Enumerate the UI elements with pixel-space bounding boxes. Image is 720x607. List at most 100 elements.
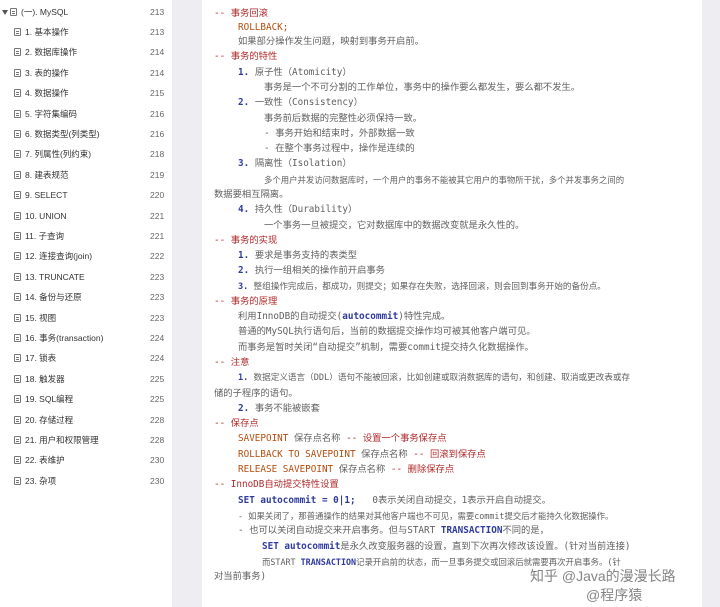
section-heading: -- 注意 bbox=[214, 357, 250, 368]
document-icon bbox=[14, 293, 21, 302]
toc-item[interactable]: 18. 触发器 225 bbox=[0, 369, 172, 389]
toc-item[interactable]: 21. 用户和权限管理 228 bbox=[0, 430, 172, 450]
toc-root-mysql[interactable]: (一). MySQL 213 bbox=[0, 2, 172, 22]
code-keyword: SET autocommit bbox=[238, 495, 317, 506]
toc-item[interactable]: 3. 表的操作 214 bbox=[0, 63, 172, 83]
toc-item-label: 23. 杂项 bbox=[25, 475, 57, 486]
document-icon bbox=[14, 232, 21, 240]
text-line: 事务是一个不可分割的工作单位，事务中的操作要么都发生，要么都不发生。 bbox=[264, 82, 581, 93]
document-icon bbox=[14, 68, 21, 77]
text-line: 一个事务一旦被提交，它对数据库中的数据改变就是永久性的。 bbox=[264, 220, 525, 231]
collapse-arrow-icon[interactable] bbox=[2, 9, 8, 15]
document-icon bbox=[14, 395, 21, 404]
code-comment: -- 设置一个事务保存点 bbox=[346, 433, 447, 444]
toc-item[interactable]: 22. 表维护 230 bbox=[0, 450, 172, 470]
code-keyword: ROLLBACK TO SAVEPOINT bbox=[238, 449, 356, 460]
text-line: 保存点名称 bbox=[361, 449, 408, 460]
watermark-zhihu: 知乎 @Java的漫漫长路 bbox=[530, 568, 676, 584]
toc-page-number: 225 bbox=[150, 373, 165, 384]
toc-item[interactable]: 14. 备份与还原 223 bbox=[0, 287, 172, 307]
section-heading: -- 事务的原理 bbox=[214, 296, 278, 307]
toc-item[interactable]: 19. SQL编程 225 bbox=[0, 389, 172, 409]
text-line: - 如果关闭了，那普通操作的结果对其他客户端也不可见，需要commit提交后才能… bbox=[238, 511, 614, 521]
text-line: 0表示关闭自动提交，1表示开启自动提交。 bbox=[372, 495, 551, 506]
toc-item-label: 20. 存储过程 bbox=[25, 414, 74, 425]
text-line: 普通的MySQL执行语句后，当前的数据提交操作均可被其他客户端可见。 bbox=[238, 326, 536, 337]
toc-item-label: 2. 数据库操作 bbox=[25, 47, 77, 58]
table-of-contents: (一). MySQL 213 1. 基本操作 213 2. 数据库操作 214 3. 表… bbox=[0, 0, 173, 607]
toc-item[interactable]: 23. 杂项 230 bbox=[0, 471, 172, 491]
document-icon bbox=[14, 334, 21, 342]
toc-page-number: 223 bbox=[150, 312, 165, 323]
text-line: 一致性（Consistency） bbox=[254, 97, 363, 108]
toc-item-label: 4. 数据操作 bbox=[25, 88, 69, 99]
list-number: 3. bbox=[238, 282, 249, 292]
toc-item-label: 8. 建表规范 bbox=[25, 169, 69, 180]
toc-page-number: 223 bbox=[150, 271, 165, 282]
text-line: 保存点名称 bbox=[293, 433, 341, 444]
toc-page-number: 213 bbox=[150, 27, 165, 37]
toc-item[interactable]: 5. 字符集编码 216 bbox=[0, 104, 172, 124]
toc-item[interactable]: 8. 建表规范 219 bbox=[0, 165, 172, 185]
document-icon bbox=[14, 436, 21, 444]
document-viewer: -- 事务回滚 ROLLBACK; 如果部分操作发生问题，映射到事务开启前。 -… bbox=[172, 0, 720, 607]
toc-page-number: 219 bbox=[150, 169, 165, 180]
toc-item[interactable]: 13. TRUNCATE 223 bbox=[0, 267, 172, 287]
list-number: 3. bbox=[238, 158, 250, 169]
text-line: 隔离性（Isolation） bbox=[254, 158, 352, 169]
text-line: )特性完成。 bbox=[398, 311, 451, 322]
toc-item[interactable]: 11. 子查询 221 bbox=[0, 226, 172, 246]
toc-item-label: 19. SQL编程 bbox=[25, 394, 74, 405]
toc-item[interactable]: 4. 数据操作 215 bbox=[0, 83, 172, 103]
toc-item[interactable]: 6. 数据类型(列类型) 216 bbox=[0, 124, 172, 144]
code-value: = 0|1; bbox=[321, 495, 356, 506]
toc-item-label: 12. 连接查询(join) bbox=[25, 251, 93, 262]
document-icon bbox=[14, 48, 21, 57]
code-keyword: SAVEPOINT bbox=[238, 433, 289, 444]
toc-page-number: 222 bbox=[150, 251, 165, 262]
document-icon bbox=[14, 170, 21, 179]
toc-item-label: 22. 表维护 bbox=[25, 455, 65, 466]
toc-root-label: (一). MySQL bbox=[21, 7, 69, 17]
toc-page-number: 218 bbox=[150, 149, 165, 160]
document-icon bbox=[14, 130, 21, 138]
document-icon bbox=[14, 415, 21, 424]
text-line: 事务前后数据的完整性必须保持一致。 bbox=[264, 113, 423, 124]
toc-item[interactable]: 16. 事务(transaction) 224 bbox=[0, 328, 172, 348]
toc-item[interactable]: 15. 视图 223 bbox=[0, 308, 172, 328]
document-icon bbox=[14, 109, 21, 118]
toc-item-label: 5. 字符集编码 bbox=[25, 108, 77, 119]
document-icon bbox=[14, 354, 21, 363]
document-icon bbox=[14, 313, 21, 322]
section-heading: -- InnoDB自动提交特性设置 bbox=[214, 479, 339, 490]
document-icon bbox=[14, 191, 21, 200]
toc-page-number: 214 bbox=[150, 67, 165, 78]
document-icon bbox=[14, 272, 21, 281]
toc-item-label: 21. 用户和权限管理 bbox=[25, 435, 99, 445]
text-line: 对当前事务) bbox=[214, 571, 267, 582]
toc-page-number: 220 bbox=[150, 190, 165, 201]
text-line: - 事务开始和结束时，外部数据一致 bbox=[264, 128, 415, 139]
toc-item[interactable]: 20. 存储过程 228 bbox=[0, 410, 172, 430]
text-line: - 在整个事务过程中，操作是连续的 bbox=[264, 143, 415, 154]
text-line: 储的子程序的语句。 bbox=[214, 388, 298, 399]
document-icon bbox=[14, 150, 21, 159]
toc-page-number: 230 bbox=[150, 475, 165, 486]
toc-item[interactable]: 1. 基本操作 213 bbox=[0, 22, 172, 42]
toc-item[interactable]: 9. SELECT 220 bbox=[0, 185, 172, 205]
list-number: 1. bbox=[238, 67, 250, 78]
document-icon bbox=[14, 211, 21, 220]
toc-item-label: 11. 子查询 bbox=[25, 231, 65, 241]
toc-page-number: 224 bbox=[150, 353, 165, 364]
list-number: 2. bbox=[238, 97, 250, 108]
section-heading: -- 保存点 bbox=[214, 418, 259, 429]
toc-page-number: 216 bbox=[150, 129, 165, 139]
toc-item-label: 18. 触发器 bbox=[25, 373, 65, 384]
toc-item[interactable]: 2. 数据库操作 214 bbox=[0, 42, 172, 62]
toc-item[interactable]: 17. 锁表 224 bbox=[0, 348, 172, 368]
toc-item[interactable]: 10. UNION 221 bbox=[0, 206, 172, 226]
text-line: 数据定义语言（DDL）语句不能被回滚，比如创建或取消数据库的语句，和创建、取消或… bbox=[253, 373, 631, 383]
toc-item[interactable]: 7. 列属性(列约束) 218 bbox=[0, 144, 172, 164]
toc-item-label: 13. TRUNCATE bbox=[25, 271, 85, 282]
toc-item[interactable]: 12. 连接查询(join) 222 bbox=[0, 246, 172, 266]
